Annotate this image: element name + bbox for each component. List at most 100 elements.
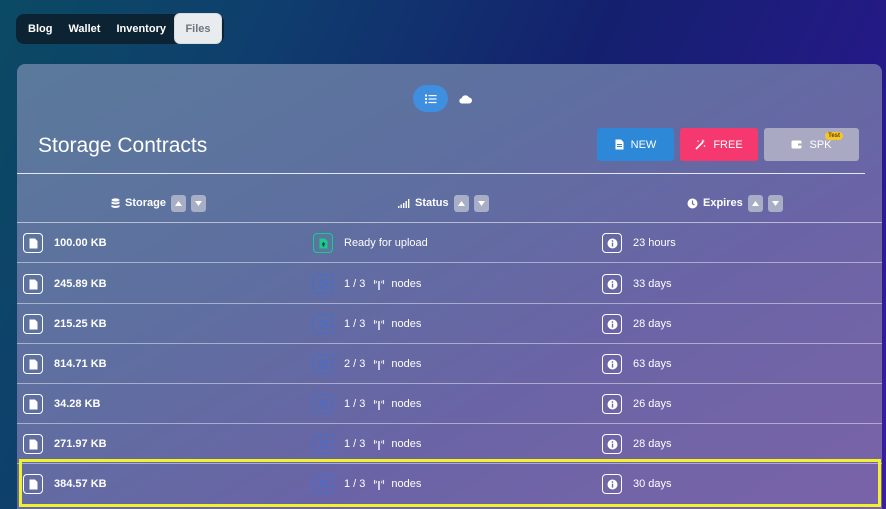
history-button[interactable] [313, 394, 333, 414]
status-count: 1 / 3 [344, 478, 366, 490]
expires-value: 28 days [633, 438, 672, 450]
storage-cell: 271.97 KB [23, 424, 107, 464]
tab-wallet[interactable]: Wallet [60, 16, 108, 42]
history-icon [317, 279, 328, 289]
contract-info-button[interactable] [602, 233, 622, 253]
storage-cell: 245.89 KB [23, 264, 107, 304]
status-suffix: nodes [391, 318, 422, 330]
info-icon [607, 319, 617, 329]
nodes-glyph [373, 279, 385, 290]
tab-blog[interactable]: Blog [20, 16, 60, 42]
file-details-button[interactable] [23, 474, 43, 494]
table-row[interactable]: 384.57 KB 1 / 3 nodes 30 days [17, 464, 882, 504]
nodes-icon [374, 279, 385, 290]
storage-size: 34.28 KB [54, 398, 101, 410]
free-label: FREE [713, 138, 743, 151]
cloud-icon [459, 94, 472, 103]
clock-icon [687, 198, 698, 208]
cloud-view-button[interactable] [458, 94, 472, 104]
history-button[interactable] [313, 474, 333, 494]
file-details-button[interactable] [23, 434, 43, 454]
file-details-button[interactable] [23, 394, 43, 414]
history-button[interactable] [313, 434, 333, 454]
file-icon [29, 279, 37, 289]
status-suffix: nodes [391, 438, 422, 450]
contract-info-button[interactable] [602, 354, 622, 374]
storage-size: 271.97 KB [54, 438, 107, 450]
upload-button[interactable] [313, 233, 333, 253]
caret-down-icon [771, 200, 779, 206]
expires-cell: 28 days [602, 424, 672, 464]
expires-cell: 28 days [602, 304, 672, 344]
storage-cell: 34.28 KB [23, 384, 100, 424]
contract-info-button[interactable] [602, 274, 622, 294]
spk-label: SPK [809, 138, 832, 151]
file-details-button[interactable] [23, 233, 43, 253]
new-label: NEW [630, 138, 657, 151]
caret-down-icon [477, 200, 485, 206]
storage-size: 384.57 KB [54, 478, 107, 490]
info-icon [607, 399, 617, 409]
table-row[interactable]: 215.25 KB 1 / 3 nodes 28 days [17, 304, 882, 344]
table-row[interactable]: 100.00 KB Ready for upload 23 hours [17, 223, 882, 263]
top-nav: Blog Wallet Inventory Files [16, 13, 224, 44]
history-icon [317, 319, 328, 329]
sort-desc-button[interactable] [190, 194, 206, 212]
sort-desc-button[interactable] [767, 194, 783, 212]
file-details-button[interactable] [23, 274, 43, 294]
table-header: Storage Status Expires [17, 188, 882, 218]
expires-value: 33 days [633, 278, 672, 290]
contract-info-button[interactable] [602, 394, 622, 414]
list-icon [424, 94, 436, 103]
nodes-glyph [373, 479, 385, 490]
title-divider [17, 173, 865, 174]
tab-inventory[interactable]: Inventory [108, 16, 174, 42]
contract-info-button[interactable] [602, 474, 622, 494]
status-cell: Ready for upload [313, 223, 428, 263]
info-icon [607, 439, 617, 449]
sort-asc-button[interactable] [170, 194, 186, 212]
file-details-button[interactable] [23, 354, 43, 374]
nodes-glyph [373, 399, 385, 410]
files-panel: Storage Contracts NEW FREE SPK Test Stor… [17, 64, 882, 509]
nodes-glyph [373, 319, 385, 330]
expires-value: 23 hours [633, 237, 676, 249]
info-icon [607, 359, 617, 369]
status-count: 1 / 3 [344, 438, 366, 450]
status-suffix: nodes [391, 478, 422, 490]
history-button[interactable] [313, 314, 333, 334]
new-contract-button[interactable]: NEW [597, 128, 674, 161]
table-row[interactable]: 271.97 KB 1 / 3 nodes 28 days [17, 424, 882, 464]
contract-info-button[interactable] [602, 434, 622, 454]
spk-contract-button[interactable]: SPK Test [764, 128, 859, 161]
storage-cell: 814.71 KB [23, 344, 107, 384]
file-upload-icon [319, 238, 327, 248]
file-icon [29, 399, 37, 409]
page-title: Storage Contracts [38, 134, 208, 157]
view-toggle [413, 85, 472, 112]
status-cell: 1 / 3 nodes [313, 384, 421, 424]
sort-asc-button[interactable] [453, 194, 469, 212]
table-row[interactable]: 34.28 KB 1 / 3 nodes 26 days [17, 384, 882, 424]
contract-info-button[interactable] [602, 314, 622, 334]
status-cell: 1 / 3 nodes [313, 264, 421, 304]
file-icon [29, 319, 37, 329]
history-button[interactable] [313, 354, 333, 374]
free-contract-button[interactable]: FREE [680, 128, 758, 161]
tab-files[interactable]: Files [174, 13, 222, 44]
list-view-button[interactable] [413, 85, 448, 112]
info-icon [607, 479, 617, 489]
status-cell: 1 / 3 nodes [313, 304, 421, 344]
file-details-button[interactable] [23, 314, 43, 334]
info-icon [607, 238, 617, 248]
table-row[interactable]: 814.71 KB 2 / 3 nodes 63 days [17, 344, 882, 384]
status-count: 2 / 3 [344, 358, 366, 370]
nodes-icon [374, 479, 385, 490]
info-icon [607, 279, 617, 289]
table-row[interactable]: 245.89 KB 1 / 3 nodes 33 days [17, 264, 882, 304]
status-suffix: nodes [391, 398, 422, 410]
sort-desc-button[interactable] [473, 194, 489, 212]
expires-cell: 23 hours [602, 223, 676, 263]
history-button[interactable] [313, 274, 333, 294]
sort-asc-button[interactable] [747, 194, 763, 212]
